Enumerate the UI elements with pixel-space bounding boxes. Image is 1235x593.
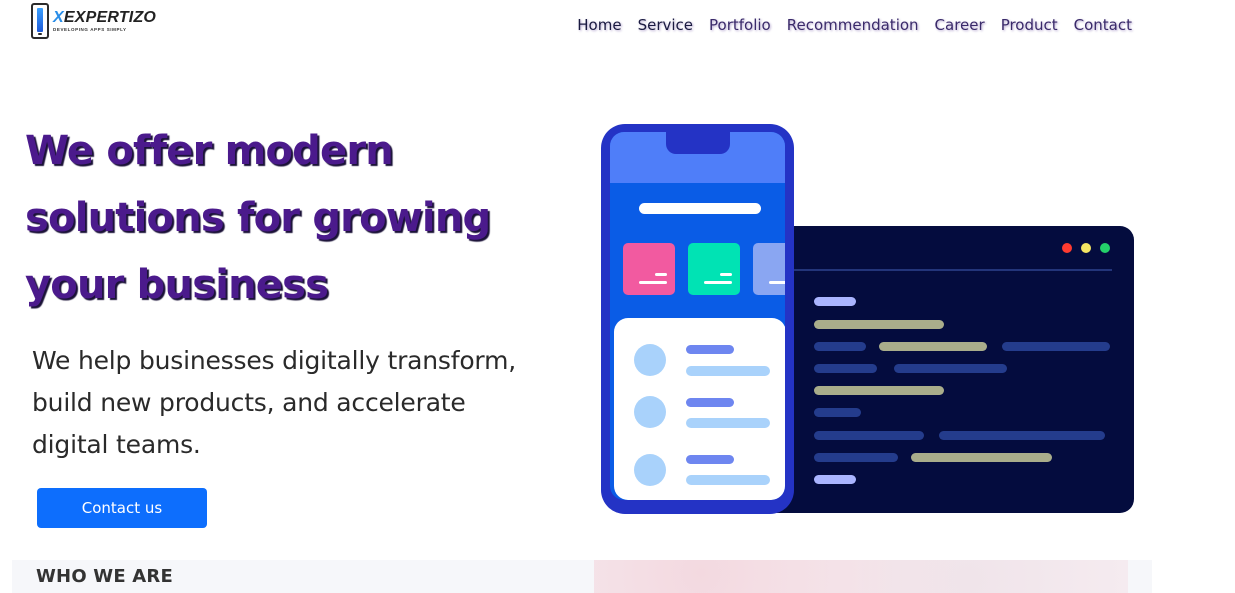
list-line [686,455,734,464]
avatar-circle [634,344,666,376]
code-line [814,342,866,351]
tile-line [639,281,667,284]
nav-item-portfolio[interactable]: Portfolio [709,16,771,34]
nav-item-product[interactable]: Product [1001,16,1058,34]
phone-screen [610,132,785,500]
yellow-dot-icon [1081,243,1091,253]
code-line [814,453,898,462]
phone-list-card [614,318,785,500]
phone-tile [688,243,740,295]
page: XEXPERTIZO DEVELOPING APPS SIMPLY Home S… [0,0,1235,593]
hero-subtitle: We help businesses digitally transform, … [32,346,516,459]
tile-line [720,273,732,276]
main-nav: Home Service Portfolio Recommendation Ca… [561,16,1132,34]
code-line [814,320,944,329]
hero-title: We offer modern solutions for growing yo… [25,128,491,308]
green-dot-icon [1100,243,1110,253]
code-line [814,364,877,373]
phone-logo-icon [31,3,49,39]
who-we-are-image [594,560,1128,593]
phone-illustration [601,124,794,514]
phone-tile [623,243,675,295]
code-line [879,342,987,351]
avatar-circle [634,396,666,428]
code-line [814,431,924,440]
nav-item-career[interactable]: Career [935,16,985,34]
list-line [686,366,770,376]
window-dots [1062,243,1110,253]
brand-name: XEXPERTIZO [53,8,157,26]
list-line [686,345,734,354]
tile-line [704,281,732,284]
code-line [814,408,861,417]
phone-tile [753,243,785,295]
nav-item-home[interactable]: Home [577,16,621,34]
brand-name-prefix: X [53,8,64,26]
nav-item-recommendation[interactable]: Recommendation [787,16,919,34]
phone-notch [666,132,730,154]
contact-us-button[interactable]: Contact us [37,488,207,528]
tile-line [769,281,785,284]
brand-tagline: DEVELOPING APPS SIMPLY [53,26,127,32]
list-line [686,418,770,428]
code-divider [748,269,1112,271]
hero-illustration [598,122,1138,517]
brand-name-main: EXPERTIZO [63,8,157,26]
code-line [911,453,1052,462]
tile-line [655,273,667,276]
code-window-illustration [748,226,1134,513]
phone-search-bar [639,203,761,214]
nav-item-service[interactable]: Service [638,16,693,34]
who-we-are-heading: WHO WE ARE [36,566,173,587]
list-line [686,475,770,485]
red-dot-icon [1062,243,1072,253]
code-line [1002,342,1110,351]
brand-logo[interactable]: XEXPERTIZO DEVELOPING APPS SIMPLY [31,2,161,40]
brand-text: XEXPERTIZO DEVELOPING APPS SIMPLY [53,8,157,33]
list-line [686,398,734,407]
code-line [939,431,1105,440]
avatar-circle [634,454,666,486]
code-line [814,297,856,306]
nav-item-contact[interactable]: Contact [1074,16,1132,34]
code-line [814,386,944,395]
code-line [814,475,856,484]
code-line [894,364,1007,373]
